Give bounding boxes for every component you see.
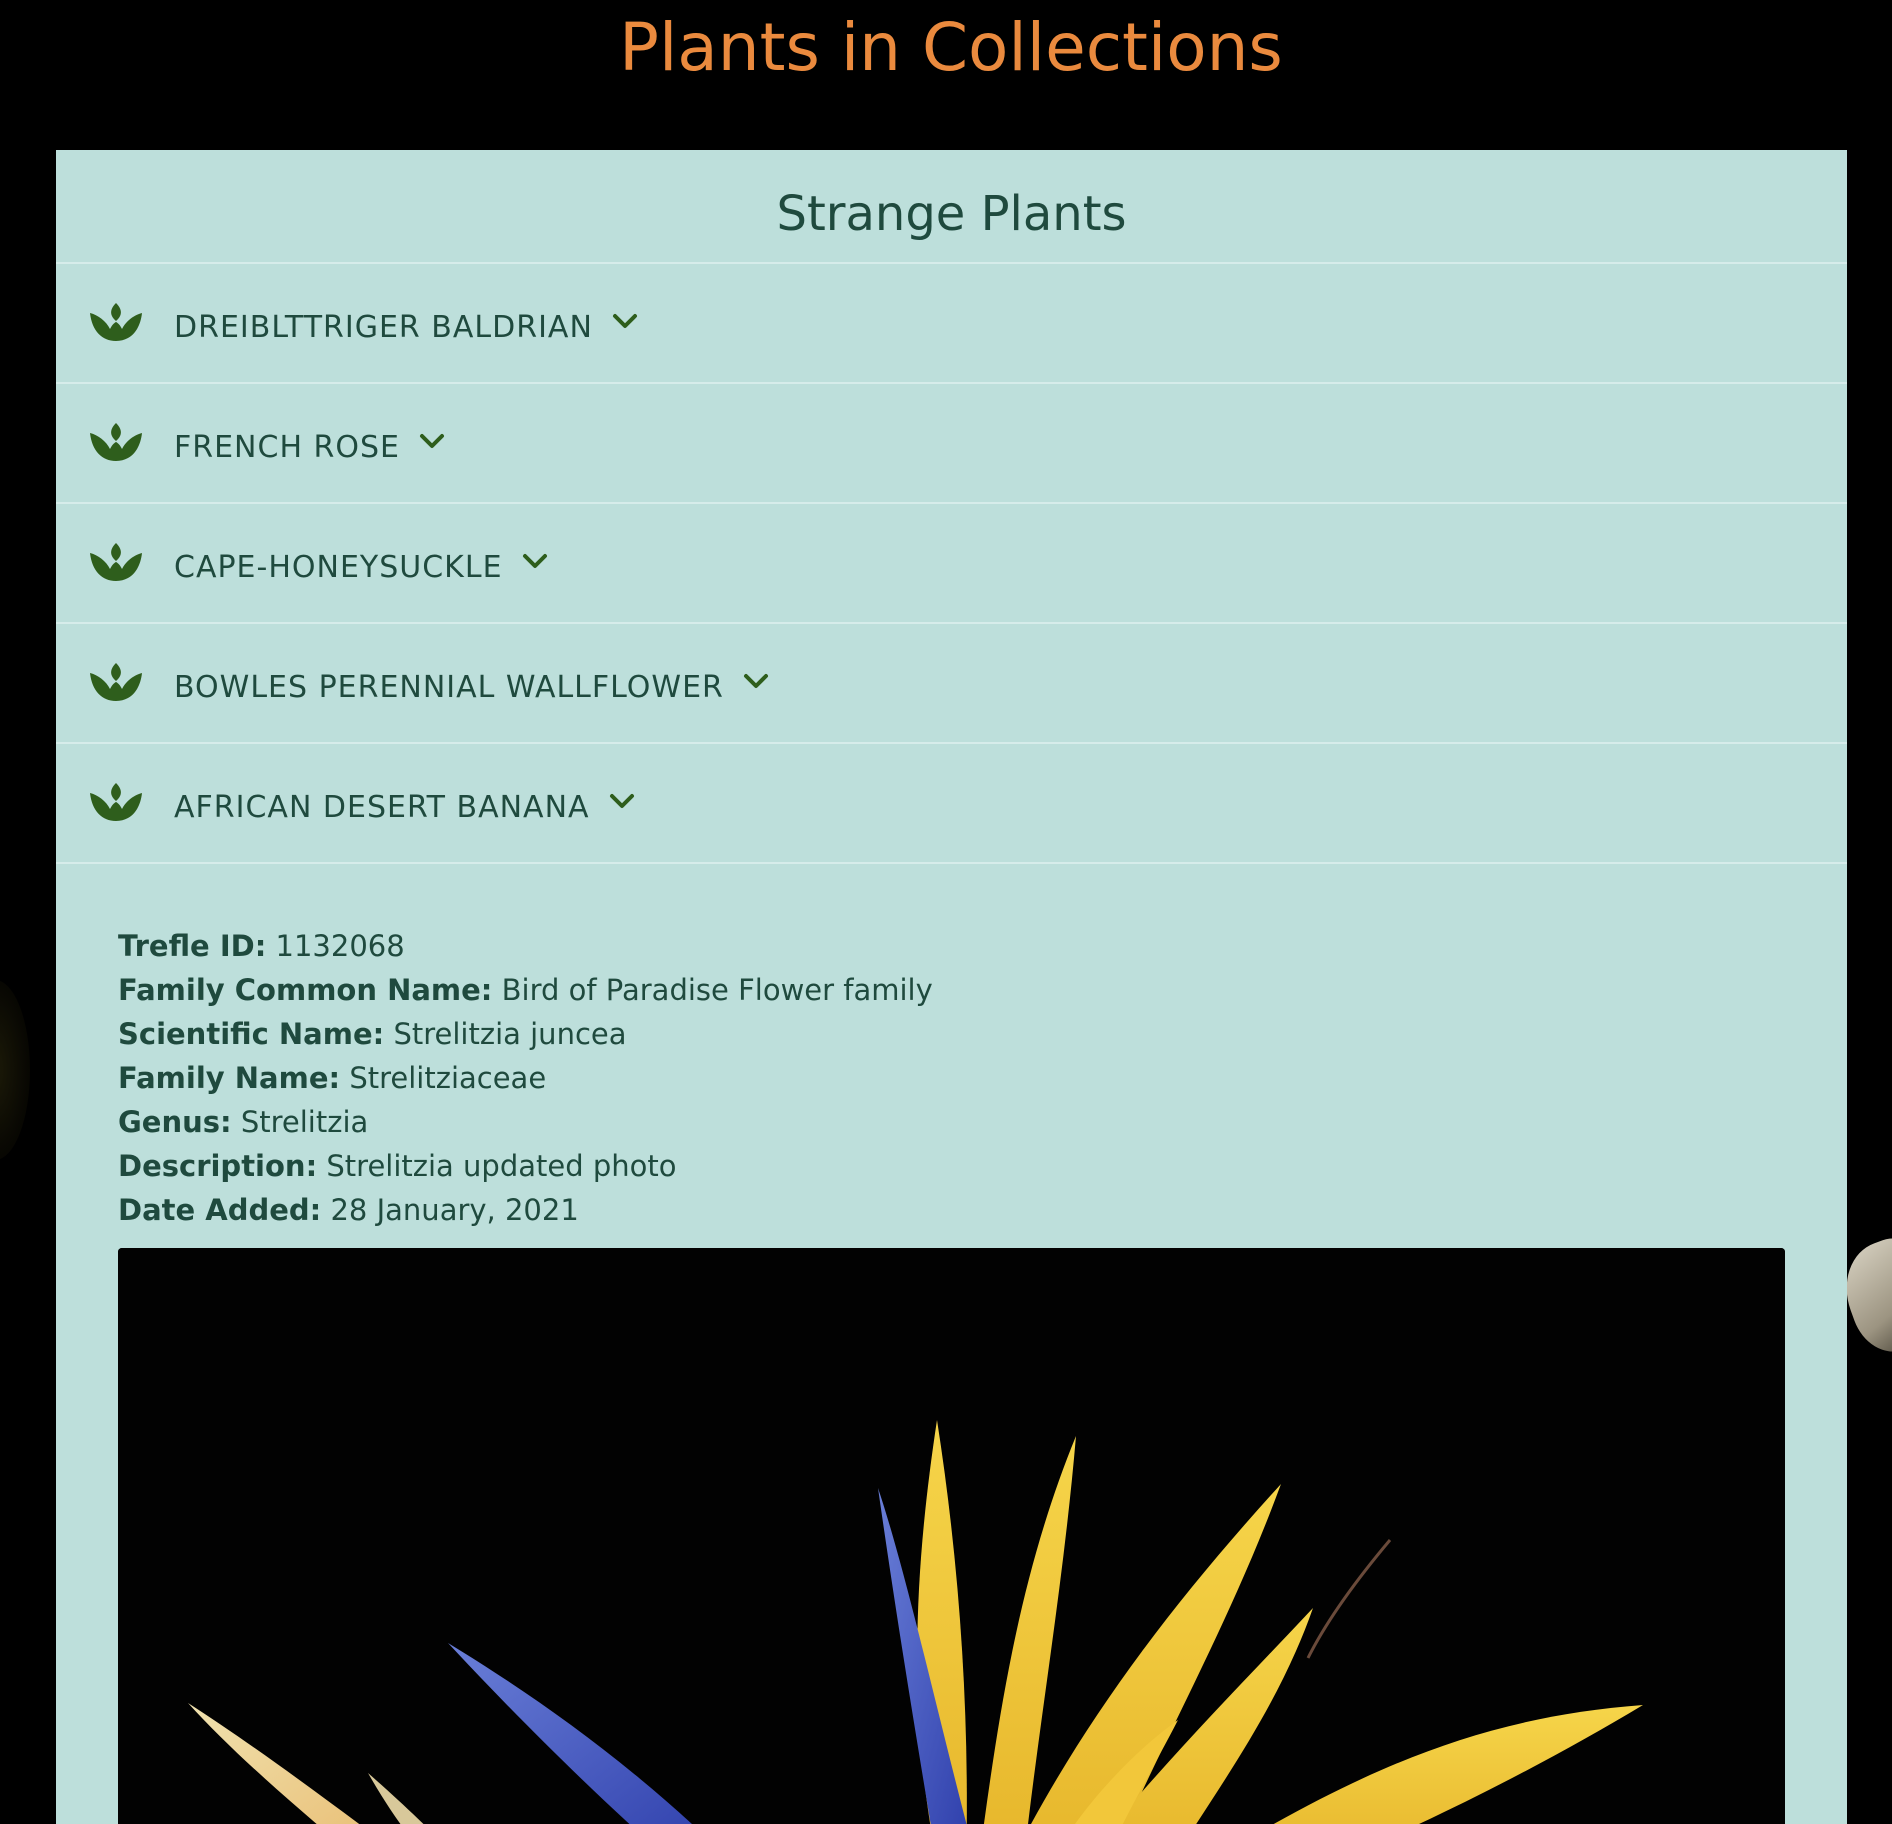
accordion-item-label: FRENCH ROSE [174,429,400,465]
chevron-down-icon[interactable] [742,671,770,691]
detail-value: 1132068 [275,929,405,963]
bird-of-paradise-image [118,1248,1785,1824]
detail-description: Description: Strelitzia updated photo [118,1144,1847,1188]
chevron-down-icon[interactable] [418,431,446,451]
background-leaf [0,980,30,1160]
accordion-item-label: AFRICAN DESERT BANANA [174,789,590,825]
detail-family-name: Family Name: Strelitziaceae [118,1056,1847,1100]
plant-details: Trefle ID: 1132068 Family Common Name: B… [56,864,1847,1232]
detail-label: Description: [118,1149,318,1183]
detail-scientific-name: Scientific Name: Strelitzia juncea [118,1012,1847,1056]
accordion-item-label: BOWLES PERENNIAL WALLFLOWER [174,669,724,705]
plant-icon [90,543,142,581]
chevron-down-icon[interactable] [521,551,549,571]
collection-title: Strange Plants [776,186,1127,242]
detail-label: Family Common Name: [118,973,493,1007]
plant-icon [90,303,142,341]
chevron-down-icon[interactable] [608,791,636,811]
accordion-item-french-rose[interactable]: FRENCH ROSE [56,384,1847,504]
detail-family-common-name: Family Common Name: Bird of Paradise Flo… [118,968,1847,1012]
detail-value: Bird of Paradise Flower family [501,973,933,1007]
detail-label: Family Name: [118,1061,341,1095]
plant-photo [118,1248,1785,1824]
page-title: Plants in Collections [619,9,1283,86]
detail-value: Strelitzia updated photo [326,1149,677,1183]
detail-trefle-id: Trefle ID: 1132068 [118,924,1847,968]
collection-header: Strange Plants [56,150,1847,264]
detail-value: 28 January, 2021 [330,1193,579,1227]
detail-value: Strelitzia [240,1105,369,1139]
detail-value: Strelitzia juncea [393,1017,627,1051]
collection-card: Strange Plants DREIBLTTRIGER BALDRIAN FR… [56,150,1847,1824]
chevron-down-icon[interactable] [611,311,639,331]
accordion-item-african-desert-banana[interactable]: AFRICAN DESERT BANANA [56,744,1847,864]
accordion-item-label: CAPE-HONEYSUCKLE [174,549,503,585]
accordion-item-bowles-perennial-wallflower[interactable]: BOWLES PERENNIAL WALLFLOWER [56,624,1847,744]
plant-icon [90,783,142,821]
plant-icon [90,663,142,701]
detail-label: Trefle ID: [118,929,267,963]
detail-label: Genus: [118,1105,232,1139]
accordion-item-cape-honeysuckle[interactable]: CAPE-HONEYSUCKLE [56,504,1847,624]
detail-label: Date Added: [118,1193,322,1227]
detail-genus: Genus: Strelitzia [118,1100,1847,1144]
detail-value: Strelitziaceae [349,1061,547,1095]
accordion-item-label: DREIBLTTRIGER BALDRIAN [174,309,593,345]
page: Plants in Collections Strange Plants DRE… [0,0,1892,1824]
detail-date-added: Date Added: 28 January, 2021 [118,1188,1847,1232]
plant-icon [90,423,142,461]
detail-label: Scientific Name: [118,1017,385,1051]
accordion-item-dreiblttriger-baldrian[interactable]: DREIBLTTRIGER BALDRIAN [56,264,1847,384]
